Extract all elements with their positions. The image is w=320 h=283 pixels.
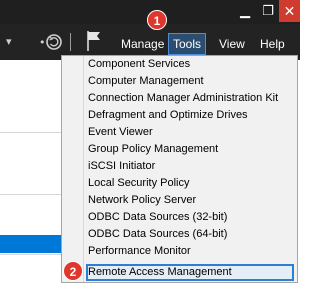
menu-help[interactable]: Help <box>260 36 285 52</box>
refresh-icon[interactable]: • <box>39 30 63 54</box>
menu-item-computer-management[interactable]: Computer Management <box>88 73 204 90</box>
menu-item-performance-monitor[interactable]: Performance Monitor <box>88 243 191 260</box>
menu-icon-gutter <box>83 56 84 282</box>
chevron-down-icon[interactable]: ▾ <box>6 35 12 48</box>
selected-row-highlight <box>0 235 61 253</box>
menu-item-event-viewer[interactable]: Event Viewer <box>88 124 153 141</box>
menu-item-component-services[interactable]: Component Services <box>88 56 190 73</box>
menu-item-network-policy-server[interactable]: Network Policy Server <box>88 192 196 209</box>
tools-dropdown-menu: Component Services Computer Management C… <box>61 55 298 283</box>
step-badge-1: 1 <box>147 10 167 30</box>
menu-tools[interactable]: Tools <box>168 33 206 55</box>
menu-view[interactable]: View <box>219 36 245 52</box>
close-button[interactable]: ✕ <box>279 0 300 22</box>
menu-item-local-security-policy[interactable]: Local Security Policy <box>88 175 190 192</box>
step-badge-2: 2 <box>63 261 83 281</box>
menu-item-odbc-data-sources-32[interactable]: ODBC Data Sources (32-bit) <box>88 209 227 226</box>
svg-text:•: • <box>39 36 46 49</box>
background-content-pane <box>0 60 61 283</box>
menu-manage[interactable]: Manage <box>121 36 164 52</box>
menu-item-iscsi-initiator[interactable]: iSCSI Initiator <box>88 158 155 175</box>
divider <box>0 194 61 195</box>
divider <box>0 132 61 133</box>
divider <box>0 254 61 255</box>
minimize-button[interactable]: ▁ <box>233 0 257 22</box>
menu-item-remote-access-management[interactable]: Remote Access Management <box>88 264 232 281</box>
menu-item-group-policy-management[interactable]: Group Policy Management <box>88 141 218 158</box>
menu-item-odbc-data-sources-64[interactable]: ODBC Data Sources (64-bit) <box>88 226 227 243</box>
menu-item-connection-manager-administration-kit[interactable]: Connection Manager Administration Kit <box>88 90 278 107</box>
toolbar-separator <box>70 33 71 51</box>
menu-item-defragment-and-optimize-drives[interactable]: Defragment and Optimize Drives <box>88 107 248 124</box>
notifications-flag-icon[interactable] <box>86 30 102 52</box>
restore-button[interactable]: ❐ <box>257 0 279 22</box>
